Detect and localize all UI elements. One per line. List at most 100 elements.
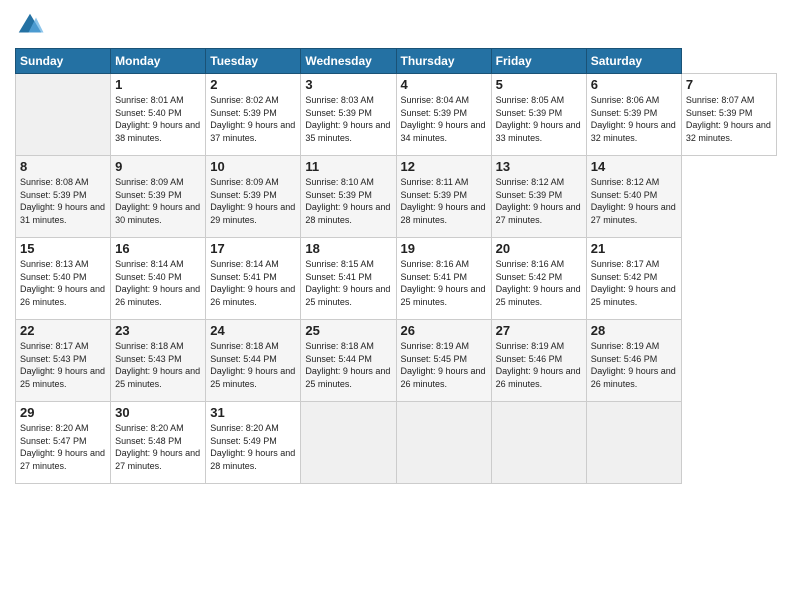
day-info: Sunrise: 8:14 AMSunset: 5:40 PMDaylight:… xyxy=(115,258,201,308)
day-number: 31 xyxy=(210,405,296,420)
col-header-monday: Monday xyxy=(111,49,206,74)
day-cell-27: 27 Sunrise: 8:19 AMSunset: 5:46 PMDaylig… xyxy=(491,320,586,402)
calendar-table: SundayMondayTuesdayWednesdayThursdayFrid… xyxy=(15,48,777,484)
day-number: 13 xyxy=(496,159,582,174)
col-header-tuesday: Tuesday xyxy=(206,49,301,74)
day-info: Sunrise: 8:03 AMSunset: 5:39 PMDaylight:… xyxy=(305,94,391,144)
day-cell-6: 6 Sunrise: 8:06 AMSunset: 5:39 PMDayligh… xyxy=(586,74,681,156)
day-number: 12 xyxy=(401,159,487,174)
day-number: 19 xyxy=(401,241,487,256)
day-number: 5 xyxy=(496,77,582,92)
day-cell-30: 30 Sunrise: 8:20 AMSunset: 5:48 PMDaylig… xyxy=(111,402,206,484)
day-number: 6 xyxy=(591,77,677,92)
day-number: 26 xyxy=(401,323,487,338)
page-container: SundayMondayTuesdayWednesdayThursdayFrid… xyxy=(0,0,792,494)
day-cell-29: 29 Sunrise: 8:20 AMSunset: 5:47 PMDaylig… xyxy=(16,402,111,484)
day-cell-8: 8 Sunrise: 8:08 AMSunset: 5:39 PMDayligh… xyxy=(16,156,111,238)
day-cell-13: 13 Sunrise: 8:12 AMSunset: 5:39 PMDaylig… xyxy=(491,156,586,238)
day-number: 16 xyxy=(115,241,201,256)
day-number: 9 xyxy=(115,159,201,174)
day-info: Sunrise: 8:19 AMSunset: 5:45 PMDaylight:… xyxy=(401,340,487,390)
empty-cell xyxy=(16,74,111,156)
day-info: Sunrise: 8:06 AMSunset: 5:39 PMDaylight:… xyxy=(591,94,677,144)
day-info: Sunrise: 8:19 AMSunset: 5:46 PMDaylight:… xyxy=(496,340,582,390)
col-header-wednesday: Wednesday xyxy=(301,49,396,74)
day-cell-12: 12 Sunrise: 8:11 AMSunset: 5:39 PMDaylig… xyxy=(396,156,491,238)
col-header-sunday: Sunday xyxy=(16,49,111,74)
day-info: Sunrise: 8:20 AMSunset: 5:47 PMDaylight:… xyxy=(20,422,106,472)
week-row-4: 22 Sunrise: 8:17 AMSunset: 5:43 PMDaylig… xyxy=(16,320,777,402)
day-cell-17: 17 Sunrise: 8:14 AMSunset: 5:41 PMDaylig… xyxy=(206,238,301,320)
day-cell-20: 20 Sunrise: 8:16 AMSunset: 5:42 PMDaylig… xyxy=(491,238,586,320)
day-cell-1: 1 Sunrise: 8:01 AMSunset: 5:40 PMDayligh… xyxy=(111,74,206,156)
day-number: 2 xyxy=(210,77,296,92)
logo xyxy=(15,10,49,40)
day-cell-21: 21 Sunrise: 8:17 AMSunset: 5:42 PMDaylig… xyxy=(586,238,681,320)
day-number: 7 xyxy=(686,77,772,92)
week-row-3: 15 Sunrise: 8:13 AMSunset: 5:40 PMDaylig… xyxy=(16,238,777,320)
day-cell-7: 7 Sunrise: 8:07 AMSunset: 5:39 PMDayligh… xyxy=(681,74,776,156)
day-info: Sunrise: 8:12 AMSunset: 5:39 PMDaylight:… xyxy=(496,176,582,226)
day-cell-15: 15 Sunrise: 8:13 AMSunset: 5:40 PMDaylig… xyxy=(16,238,111,320)
day-cell-5: 5 Sunrise: 8:05 AMSunset: 5:39 PMDayligh… xyxy=(491,74,586,156)
day-info: Sunrise: 8:17 AMSunset: 5:42 PMDaylight:… xyxy=(591,258,677,308)
day-info: Sunrise: 8:11 AMSunset: 5:39 PMDaylight:… xyxy=(401,176,487,226)
day-cell-22: 22 Sunrise: 8:17 AMSunset: 5:43 PMDaylig… xyxy=(16,320,111,402)
day-number: 22 xyxy=(20,323,106,338)
day-cell-9: 9 Sunrise: 8:09 AMSunset: 5:39 PMDayligh… xyxy=(111,156,206,238)
day-number: 24 xyxy=(210,323,296,338)
day-number: 28 xyxy=(591,323,677,338)
day-info: Sunrise: 8:18 AMSunset: 5:44 PMDaylight:… xyxy=(305,340,391,390)
day-number: 10 xyxy=(210,159,296,174)
day-info: Sunrise: 8:05 AMSunset: 5:39 PMDaylight:… xyxy=(496,94,582,144)
day-cell-10: 10 Sunrise: 8:09 AMSunset: 5:39 PMDaylig… xyxy=(206,156,301,238)
col-header-thursday: Thursday xyxy=(396,49,491,74)
day-cell-2: 2 Sunrise: 8:02 AMSunset: 5:39 PMDayligh… xyxy=(206,74,301,156)
day-number: 25 xyxy=(305,323,391,338)
day-number: 4 xyxy=(401,77,487,92)
day-info: Sunrise: 8:17 AMSunset: 5:43 PMDaylight:… xyxy=(20,340,106,390)
day-number: 3 xyxy=(305,77,391,92)
day-info: Sunrise: 8:14 AMSunset: 5:41 PMDaylight:… xyxy=(210,258,296,308)
day-info: Sunrise: 8:18 AMSunset: 5:43 PMDaylight:… xyxy=(115,340,201,390)
day-cell-14: 14 Sunrise: 8:12 AMSunset: 5:40 PMDaylig… xyxy=(586,156,681,238)
day-number: 23 xyxy=(115,323,201,338)
day-cell-24: 24 Sunrise: 8:18 AMSunset: 5:44 PMDaylig… xyxy=(206,320,301,402)
day-cell-25: 25 Sunrise: 8:18 AMSunset: 5:44 PMDaylig… xyxy=(301,320,396,402)
day-number: 18 xyxy=(305,241,391,256)
empty-cell xyxy=(301,402,396,484)
logo-icon xyxy=(15,10,45,40)
day-number: 17 xyxy=(210,241,296,256)
day-info: Sunrise: 8:02 AMSunset: 5:39 PMDaylight:… xyxy=(210,94,296,144)
day-number: 29 xyxy=(20,405,106,420)
day-info: Sunrise: 8:09 AMSunset: 5:39 PMDaylight:… xyxy=(210,176,296,226)
empty-cell xyxy=(491,402,586,484)
week-row-1: 1 Sunrise: 8:01 AMSunset: 5:40 PMDayligh… xyxy=(16,74,777,156)
day-number: 1 xyxy=(115,77,201,92)
day-cell-11: 11 Sunrise: 8:10 AMSunset: 5:39 PMDaylig… xyxy=(301,156,396,238)
day-info: Sunrise: 8:08 AMSunset: 5:39 PMDaylight:… xyxy=(20,176,106,226)
day-info: Sunrise: 8:20 AMSunset: 5:48 PMDaylight:… xyxy=(115,422,201,472)
page-header xyxy=(15,10,777,40)
day-info: Sunrise: 8:13 AMSunset: 5:40 PMDaylight:… xyxy=(20,258,106,308)
col-header-friday: Friday xyxy=(491,49,586,74)
day-cell-3: 3 Sunrise: 8:03 AMSunset: 5:39 PMDayligh… xyxy=(301,74,396,156)
day-number: 14 xyxy=(591,159,677,174)
day-info: Sunrise: 8:07 AMSunset: 5:39 PMDaylight:… xyxy=(686,94,772,144)
day-cell-4: 4 Sunrise: 8:04 AMSunset: 5:39 PMDayligh… xyxy=(396,74,491,156)
day-cell-23: 23 Sunrise: 8:18 AMSunset: 5:43 PMDaylig… xyxy=(111,320,206,402)
day-info: Sunrise: 8:18 AMSunset: 5:44 PMDaylight:… xyxy=(210,340,296,390)
header-row: SundayMondayTuesdayWednesdayThursdayFrid… xyxy=(16,49,777,74)
day-number: 21 xyxy=(591,241,677,256)
day-cell-31: 31 Sunrise: 8:20 AMSunset: 5:49 PMDaylig… xyxy=(206,402,301,484)
day-cell-28: 28 Sunrise: 8:19 AMSunset: 5:46 PMDaylig… xyxy=(586,320,681,402)
day-info: Sunrise: 8:16 AMSunset: 5:41 PMDaylight:… xyxy=(401,258,487,308)
empty-cell xyxy=(586,402,681,484)
empty-cell xyxy=(396,402,491,484)
day-number: 30 xyxy=(115,405,201,420)
day-info: Sunrise: 8:15 AMSunset: 5:41 PMDaylight:… xyxy=(305,258,391,308)
day-number: 11 xyxy=(305,159,391,174)
day-cell-18: 18 Sunrise: 8:15 AMSunset: 5:41 PMDaylig… xyxy=(301,238,396,320)
day-cell-19: 19 Sunrise: 8:16 AMSunset: 5:41 PMDaylig… xyxy=(396,238,491,320)
day-info: Sunrise: 8:09 AMSunset: 5:39 PMDaylight:… xyxy=(115,176,201,226)
